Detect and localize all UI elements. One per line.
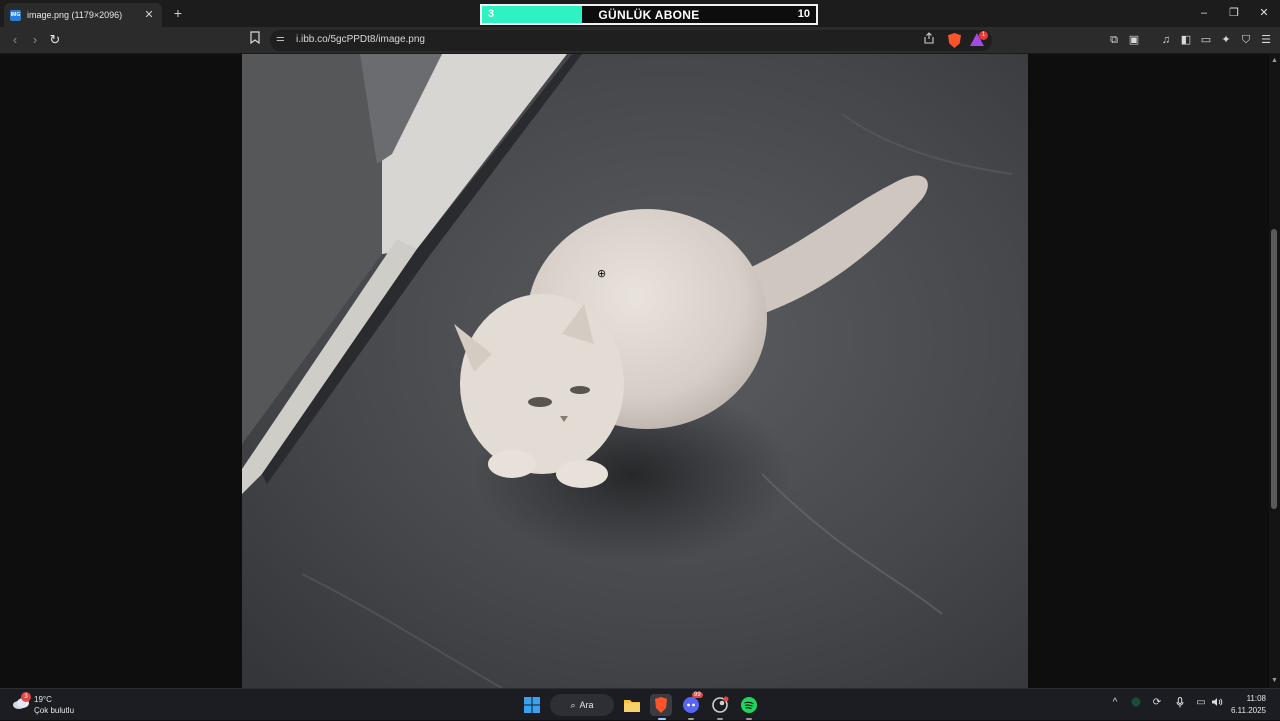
- bookmark-icon[interactable]: [248, 31, 262, 49]
- rewards-badge: 1: [979, 31, 988, 40]
- share-icon[interactable]: [923, 32, 935, 47]
- sidebar-icon[interactable]: ◧: [1178, 32, 1194, 48]
- restore-button[interactable]: ❐: [1224, 4, 1244, 22]
- windows-start-icon[interactable]: [521, 694, 543, 716]
- cat-photo[interactable]: ⊕: [242, 54, 1028, 688]
- clock-date[interactable]: 6.11.2025: [1231, 706, 1266, 715]
- scroll-thumb[interactable]: [1271, 229, 1277, 509]
- leo-ai-icon[interactable]: ✦: [1218, 32, 1234, 48]
- screenshot-icon[interactable]: ▣: [1126, 32, 1142, 48]
- tab-close-icon[interactable]: ✕: [142, 8, 156, 22]
- spotify-icon[interactable]: [738, 694, 760, 716]
- tab-strip: IMG image.png (1179×2096) ✕ + 3 GÜNLÜK A…: [0, 0, 1280, 27]
- back-button[interactable]: ‹: [6, 31, 24, 49]
- new-tab-button[interactable]: +: [170, 5, 186, 21]
- extensions-icon[interactable]: ⧉: [1106, 32, 1122, 48]
- file-explorer-icon[interactable]: [621, 694, 643, 716]
- url-text[interactable]: i.ibb.co/5gcPPDt8/image.png: [296, 34, 425, 45]
- tab-title: image.png (1179×2096): [27, 10, 123, 20]
- subscriber-goal-target: 10: [797, 8, 810, 20]
- forward-button[interactable]: ›: [26, 31, 44, 49]
- site-info-icon[interactable]: ⚌: [276, 33, 285, 44]
- tray-chevron-icon[interactable]: ^: [1108, 697, 1122, 708]
- tray-sync-icon[interactable]: ⟳: [1150, 697, 1164, 708]
- image-viewer: ⊕: [0, 54, 1269, 688]
- tab-favicon-icon: IMG: [10, 9, 21, 21]
- tray-mic-icon[interactable]: [1173, 697, 1187, 711]
- tray-app-icon[interactable]: [1129, 697, 1143, 710]
- tray-display-icon[interactable]: ▭: [1194, 697, 1208, 708]
- tab-image[interactable]: IMG image.png (1179×2096) ✕: [4, 3, 162, 27]
- clock-time[interactable]: 11:08: [1247, 694, 1266, 703]
- scroll-down-arrow-icon[interactable]: ▼: [1269, 676, 1280, 686]
- discord-badge: 99: [692, 692, 703, 698]
- scroll-up-arrow-icon[interactable]: ▲: [1269, 56, 1280, 66]
- brave-browser-icon[interactable]: [650, 694, 672, 716]
- reload-button[interactable]: ↻: [46, 31, 64, 49]
- zoom-in-cursor-icon: ⊕: [597, 268, 607, 280]
- subscriber-goal-bar: 3 GÜNLÜK ABONE 10: [480, 4, 818, 25]
- brave-shields-icon[interactable]: [948, 33, 961, 48]
- windows-taskbar: 3 19°C Çok bulutlu ⌕ Ara 99 ^ ⟳ ▭ 11:08 …: [0, 688, 1280, 720]
- media-icon[interactable]: ♫: [1158, 32, 1174, 48]
- weather-description[interactable]: Çok bulutlu: [34, 706, 74, 715]
- tray-volume-icon[interactable]: [1210, 697, 1224, 710]
- taskbar-search[interactable]: ⌕ Ara: [550, 694, 614, 716]
- menu-icon[interactable]: ☰: [1258, 32, 1274, 48]
- minimize-button[interactable]: –: [1194, 4, 1214, 22]
- taskbar-search-label: Ara: [579, 700, 594, 710]
- browser-toolbar: ‹ › ↻ ⚌ i.ibb.co/5gcPPDt8/image.png 1 ⧉ ▣…: [0, 27, 1280, 54]
- discord-icon[interactable]: 99: [680, 692, 703, 716]
- wallet-icon[interactable]: ▭: [1198, 32, 1214, 48]
- subscriber-goal-label: GÜNLÜK ABONE: [598, 8, 700, 22]
- address-bar[interactable]: ⚌ i.ibb.co/5gcPPDt8/image.png 1: [270, 30, 992, 51]
- weather-temperature[interactable]: 19°C: [34, 695, 52, 704]
- vertical-scrollbar[interactable]: ▲ ▼: [1269, 54, 1280, 688]
- steam-icon[interactable]: [709, 694, 731, 716]
- weather-badge: 3: [21, 692, 31, 702]
- vpn-icon[interactable]: ⛉: [1238, 32, 1254, 48]
- search-icon: ⌕: [570, 699, 576, 710]
- window-close-button[interactable]: ✕: [1254, 4, 1274, 22]
